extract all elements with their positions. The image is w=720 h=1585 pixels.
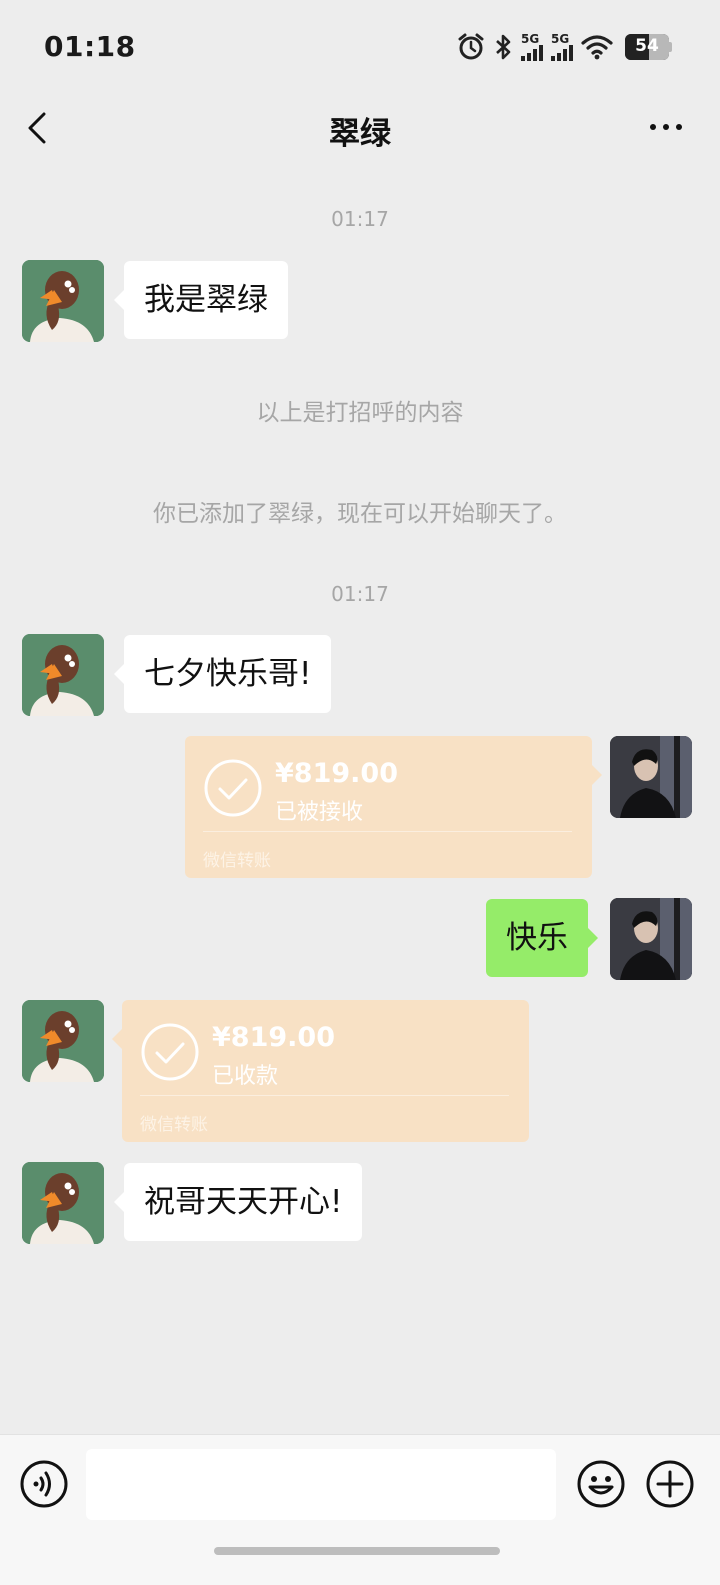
transfer-card[interactable]: ¥819.00 已收款 微信转账: [112, 1000, 529, 1142]
status-icons: 5G 5G 54: [457, 30, 672, 64]
emoji-icon[interactable]: [576, 1459, 626, 1509]
my-avatar[interactable]: [610, 736, 692, 818]
contact-avatar[interactable]: [22, 1000, 104, 1082]
input-bar: [0, 1434, 720, 1585]
wifi-icon: [581, 35, 613, 60]
message-bubble-sent[interactable]: 快乐: [486, 899, 598, 977]
transfer-status: 已被接收: [275, 800, 364, 825]
status-time: 01:18: [44, 30, 136, 63]
chat-title: 翠绿: [329, 116, 391, 152]
system-message: 你已添加了翠绿，现在可以开始聊天了。: [153, 501, 567, 527]
my-avatar[interactable]: [610, 898, 692, 980]
contact-avatar[interactable]: [22, 634, 104, 716]
divider: [140, 1095, 509, 1096]
transfer-source: 微信转账: [140, 1115, 208, 1135]
battery-level: 54: [635, 36, 659, 56]
message-timestamp: 01:17: [331, 207, 389, 231]
voice-icon[interactable]: [19, 1459, 69, 1509]
contact-avatar[interactable]: [22, 1162, 104, 1244]
battery-icon: 54: [625, 34, 669, 60]
system-message: 以上是打招呼的内容: [256, 400, 464, 426]
transfer-amount: ¥819.00: [212, 1022, 335, 1053]
status-bar: 01:18 5G 5G 54: [0, 0, 720, 90]
contact-avatar[interactable]: [22, 260, 104, 342]
bluetooth-icon: [496, 34, 511, 60]
chat-header: 翠绿: [0, 90, 720, 166]
more-icon[interactable]: [650, 114, 690, 140]
message-timestamp: 01:17: [331, 582, 389, 606]
signal-icon-2: 5G: [551, 33, 573, 61]
transfer-source: 微信转账: [203, 851, 271, 871]
check-icon: [204, 759, 262, 817]
transfer-amount: ¥819.00: [275, 758, 398, 789]
check-icon: [141, 1023, 199, 1081]
message-bubble[interactable]: 七夕快乐哥!: [113, 635, 332, 713]
message-input[interactable]: [86, 1449, 556, 1520]
alarm-icon: [458, 33, 484, 60]
home-indicator[interactable]: [214, 1547, 500, 1555]
transfer-card[interactable]: ¥819.00 已被接收 微信转账: [185, 736, 602, 878]
message-bubble[interactable]: 祝哥天天开心!: [113, 1163, 363, 1241]
transfer-status: 已收款: [212, 1064, 279, 1089]
plus-icon[interactable]: [645, 1459, 695, 1509]
divider: [203, 831, 572, 832]
message-bubble[interactable]: 我是翠绿: [114, 261, 288, 339]
signal-icon: 5G: [521, 33, 543, 61]
